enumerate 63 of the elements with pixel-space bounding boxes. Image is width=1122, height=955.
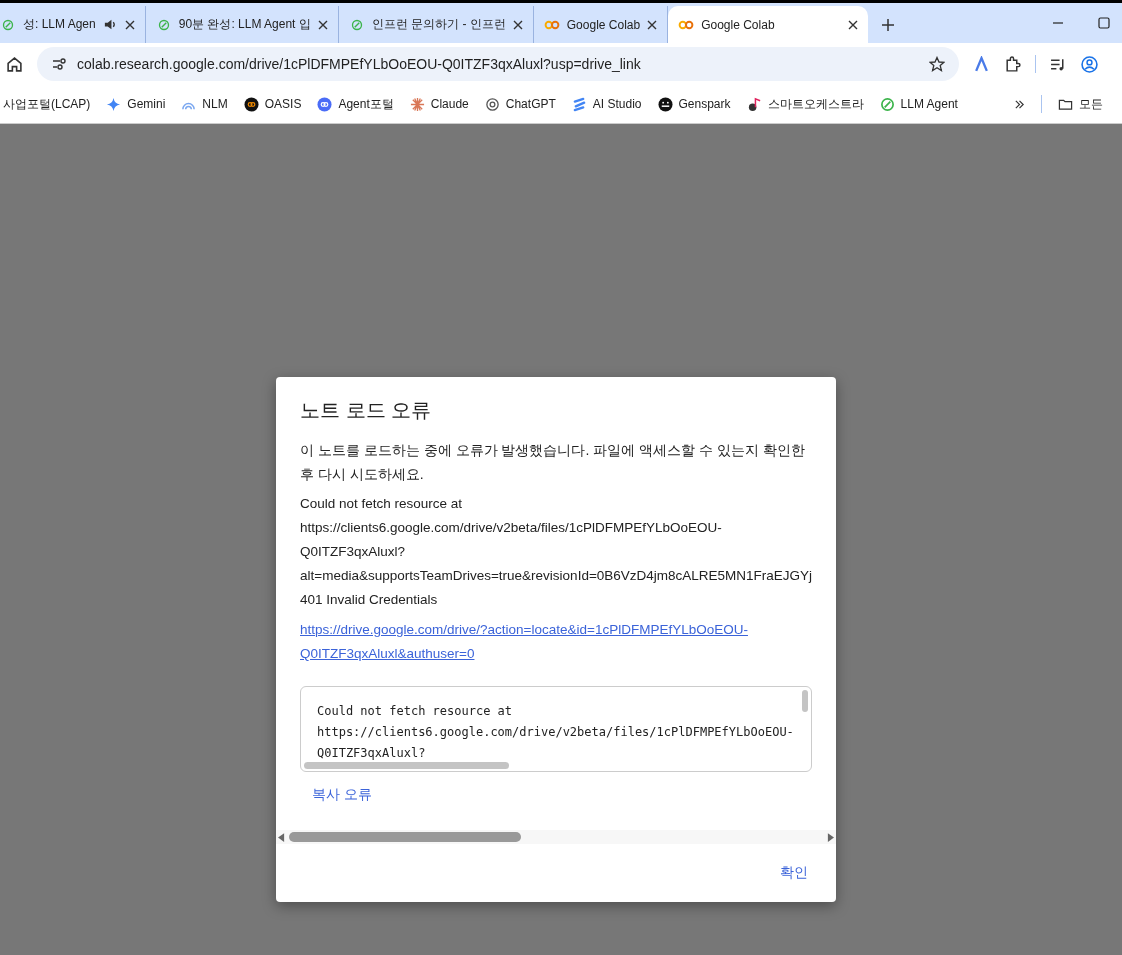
address-bar[interactable]: colab.research.google.com/drive/1cPlDFMPEfYLbOoEOU-Q0ITZF3qxAluxl?usp=drive_link xyxy=(37,47,959,81)
bookmark-item[interactable]: 사업포털(LCAP) xyxy=(3,95,91,113)
error-detail-line: Q0ITZF3qxAluxl? xyxy=(300,543,407,561)
home-icon[interactable] xyxy=(6,55,23,73)
studio-logo-icon xyxy=(571,96,587,112)
left-arrow-icon[interactable] xyxy=(278,832,285,842)
extensions-icon[interactable] xyxy=(1004,55,1021,73)
bookmark-item[interactable]: AI Studio xyxy=(571,96,642,112)
error-detail-line: 401 Invalid Credentials xyxy=(300,591,439,609)
bookmark-item[interactable]: ChatGPT xyxy=(484,96,556,112)
bookmark-item[interactable]: LLM Agent xyxy=(879,96,958,112)
bookmark-item[interactable]: Genspark xyxy=(657,96,731,112)
close-icon[interactable] xyxy=(848,19,859,30)
scrollbar-thumb[interactable] xyxy=(802,690,808,712)
profile-icon[interactable] xyxy=(1081,55,1098,73)
bookmark-item[interactable]: OASIS xyxy=(243,96,302,112)
bookmark-item[interactable]: Agent포털 xyxy=(317,95,394,113)
star-icon[interactable] xyxy=(929,56,945,72)
maximize-icon[interactable] xyxy=(1098,17,1110,29)
code-line: https://clients6.google.com/drive/v2beta/files/1cPlDFMPEfYLbOoEOU- xyxy=(317,724,795,741)
right-arrow-icon[interactable] xyxy=(827,832,834,842)
error-code-box[interactable]: Could not fetch resource at https://clients6.google.com/drive/v2beta/files/1cPlDFMPEfYLbOoEOU- Q0ITZF3qxAluxl? xyxy=(300,686,812,772)
error-message: 이 노트를 로드하는 중에 오류가 발생했습니다. 파일에 액세스할 수 있는지 확인한 후 다시 시도하세요. xyxy=(300,441,806,484)
scrollbar-thumb[interactable] xyxy=(304,762,509,769)
copy-error-button[interactable]: 복사 오류 xyxy=(304,782,380,808)
ok-button[interactable]: 확인 xyxy=(772,858,816,888)
sparkle-icon xyxy=(106,96,122,112)
oasis-logo-icon xyxy=(243,96,259,112)
face-icon xyxy=(657,96,673,112)
chevrons-icon[interactable] xyxy=(1013,98,1025,110)
site-settings-icon[interactable] xyxy=(51,56,67,72)
code-line: Could not fetch resource at xyxy=(317,703,514,720)
horizontal-scrollbar[interactable] xyxy=(276,830,836,844)
error-detail-line: Could not fetch resource at xyxy=(300,495,464,513)
url-text: colab.research.google.com/drive/1cPlDFMPEfYLbOoEOU-Q0ITZF3qxAluxl?usp=drive_link xyxy=(77,56,642,72)
tab-title: 90분 완성: LLM Agent 입 xyxy=(178,16,311,33)
close-icon[interactable] xyxy=(124,19,135,30)
agent-logo-icon xyxy=(317,96,333,112)
error-detail-line: https://clients6.google.com/drive/v2beta/files/1cPlDFMPEfYLbOoEOU- xyxy=(300,519,723,537)
colab-logo-icon xyxy=(678,18,695,31)
close-icon[interactable] xyxy=(512,19,523,30)
close-icon[interactable] xyxy=(647,19,658,30)
new-tab-icon[interactable] xyxy=(882,18,895,31)
tab-title: Google Colab xyxy=(566,17,641,32)
bookmark-item[interactable]: Gemini xyxy=(106,96,166,112)
browser-tab[interactable]: Google Colab xyxy=(668,6,869,43)
bookmark-item[interactable]: NLM xyxy=(181,96,228,112)
music-note-icon xyxy=(746,96,762,112)
close-icon[interactable] xyxy=(317,19,328,30)
drive-link[interactable]: Q0ITZF3qxAluxl&authuser=0 xyxy=(300,642,836,666)
drive-link[interactable]: https://drive.google.com/drive/?action=locate&id=1cPlDFMPEfYLbOoEOU- xyxy=(300,618,836,642)
dialog-title: 노트 로드 오류 xyxy=(300,398,433,423)
tab-title: 성: LLM Agen xyxy=(23,16,96,33)
colab-logo-icon xyxy=(543,18,560,31)
bookmark-item[interactable]: Claude xyxy=(409,96,469,112)
bookmark-folder[interactable]: 모든 xyxy=(1057,95,1103,113)
error-detail-line: alt=media&supportsTeamDrives=true&revisionId=0B6VzD4jm8cALRE5MN1FraEJGYj xyxy=(300,567,814,585)
code-line: Q0ITZF3qxAluxl? xyxy=(317,745,427,762)
triangle-logo-icon[interactable] xyxy=(973,55,990,73)
tab-title: Google Colab xyxy=(701,17,776,32)
tab-title: 인프런 문의하기 - 인프런 xyxy=(371,16,506,33)
bookmark-item[interactable]: 스마트오케스트라 xyxy=(746,95,864,113)
starburst-icon xyxy=(409,96,425,112)
